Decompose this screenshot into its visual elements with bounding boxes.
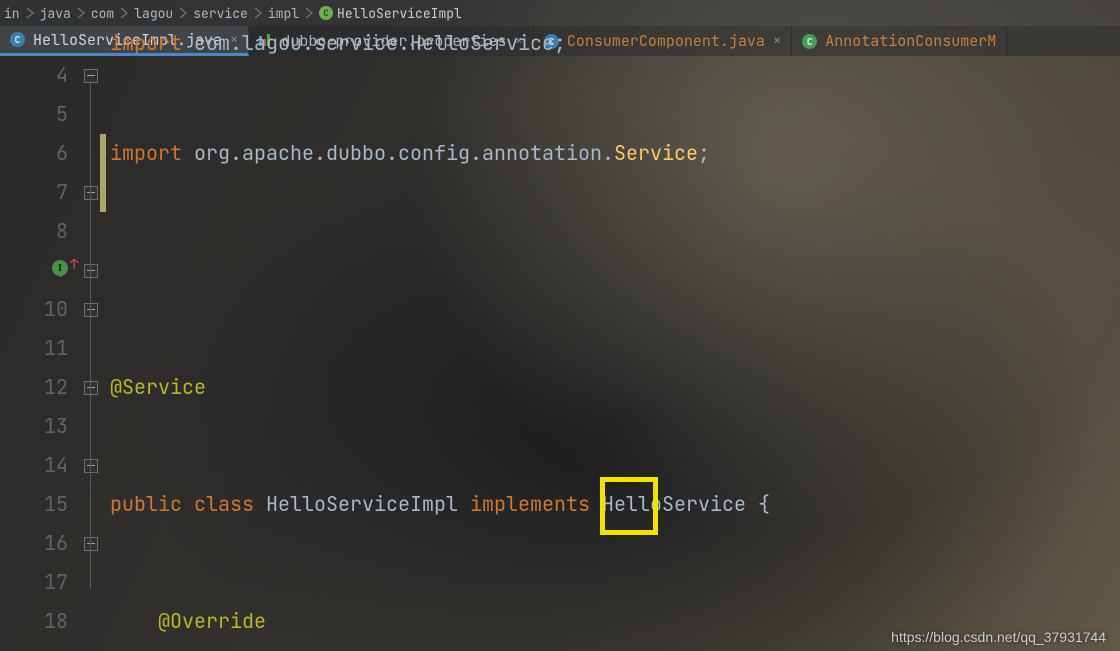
breadcrumb: in java com lagou service impl C HelloSe… (0, 0, 1120, 26)
chevron-right-icon (26, 8, 34, 18)
code-line: public class HelloServiceImpl implements… (110, 485, 1120, 524)
chevron-right-icon (120, 8, 128, 18)
breadcrumb-item[interactable]: lagou (134, 5, 193, 22)
chevron-right-icon (179, 8, 187, 18)
line-number: 10 (0, 290, 68, 329)
tab-annotation-consumer[interactable]: C AnnotationConsumerM (792, 26, 1007, 56)
code-line: import org.apache.dubbo.config.annotatio… (110, 134, 1120, 173)
class-icon: C (10, 32, 25, 47)
implements-gutter-icon[interactable]: I (52, 260, 68, 276)
line-number: 12 (0, 368, 68, 407)
line-number: 17 (0, 563, 68, 602)
code-line: @Service (110, 368, 1120, 407)
chevron-right-icon (254, 8, 262, 18)
breadcrumb-item[interactable]: com (91, 5, 134, 22)
line-number: 13 (0, 407, 68, 446)
code-line (110, 251, 1120, 290)
line-number: 15 (0, 485, 68, 524)
line-number: 14 (0, 446, 68, 485)
breadcrumb-item[interactable]: impl (268, 5, 319, 22)
line-number-gutter: 4 5 6 7 8 9 10 11 12 13 14 15 16 17 18 I… (0, 56, 82, 651)
line-number: 8 (0, 212, 68, 251)
override-up-arrow-icon[interactable]: ↑ (70, 256, 78, 274)
code-line-truncated: import com.lagou.service.HelloService; (110, 30, 566, 56)
breadcrumb-item-current[interactable]: C HelloServiceImpl (319, 5, 462, 22)
code-editor[interactable]: import com.lagou.service.HelloService; 4… (0, 56, 1120, 651)
close-icon[interactable]: × (773, 34, 781, 48)
runnable-class-icon: C (802, 34, 817, 49)
breadcrumb-item[interactable]: java (40, 5, 91, 22)
tab-consumer-component[interactable]: C ConsumerComponent.java × (534, 26, 792, 56)
line-number: 4 (0, 56, 68, 95)
breadcrumb-item[interactable]: service (193, 5, 268, 22)
class-icon: C (319, 6, 333, 20)
code-area[interactable]: import org.apache.dubbo.config.annotatio… (82, 56, 1120, 651)
breadcrumb-item[interactable]: in (4, 5, 40, 22)
chevron-right-icon (77, 8, 85, 18)
line-number: 7 (0, 173, 68, 212)
chevron-right-icon (305, 8, 313, 18)
tab-label: ConsumerComponent.java (567, 31, 765, 51)
tab-label: AnnotationConsumerM (825, 31, 996, 51)
watermark-text: https://blog.csdn.net/qq_37931744 (891, 629, 1106, 645)
line-number: 5 (0, 95, 68, 134)
line-number: 6 (0, 134, 68, 173)
line-number: 16 (0, 524, 68, 563)
line-number: 18 (0, 602, 68, 641)
line-number: 11 (0, 329, 68, 368)
